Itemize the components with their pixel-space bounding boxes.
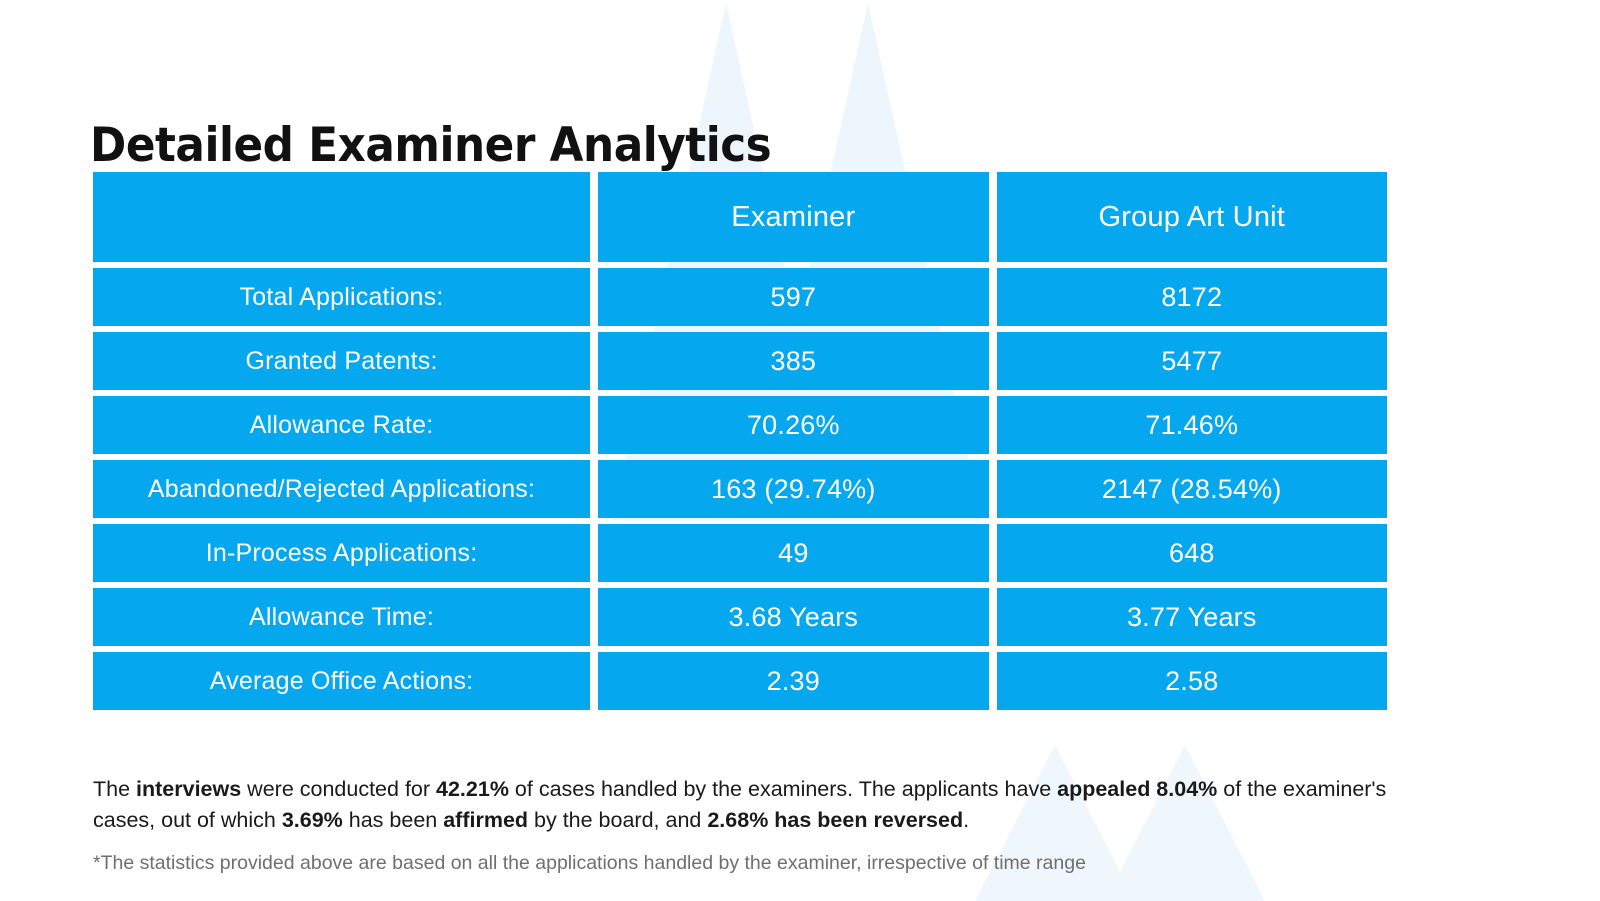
- column-header-metric: [93, 172, 591, 262]
- metric-value-group-art-unit: 8172: [996, 268, 1387, 326]
- metric-value-examiner: 70.26%: [598, 396, 989, 454]
- note-emphasis-interview-rate: 42.21%: [436, 776, 509, 801]
- note-emphasis-reversed: 2.68% has been reversed: [707, 807, 964, 832]
- table-row: In-Process Applications: 49 648: [93, 524, 1387, 582]
- metric-value-examiner: 3.68 Years: [598, 588, 989, 646]
- metric-value-group-art-unit: 71.46%: [996, 396, 1387, 454]
- note-text: .: [963, 807, 970, 832]
- table-body: Total Applications: 597 8172 Granted Pat…: [93, 268, 1387, 710]
- page-title: Detailed Examiner Analytics: [90, 118, 772, 174]
- report-page: Detailed Examiner Analytics Examiner Gro…: [0, 0, 1600, 901]
- metric-label: In-Process Applications:: [93, 524, 591, 582]
- table-header: Examiner Group Art Unit: [93, 172, 1387, 262]
- metric-value-group-art-unit: 5477: [996, 332, 1387, 390]
- statistics-disclaimer: *The statistics provided above are based…: [93, 851, 1086, 874]
- metric-label: Granted Patents:: [93, 332, 591, 390]
- note-text: by the board, and: [528, 807, 708, 832]
- metric-value-group-art-unit: 648: [996, 524, 1387, 582]
- column-header-examiner: Examiner: [598, 172, 989, 262]
- metric-value-examiner: 385: [598, 332, 989, 390]
- note-text: of cases handled by the examiners. The a…: [508, 776, 1058, 801]
- metric-value-group-art-unit: 2.58: [996, 652, 1387, 710]
- metric-value-group-art-unit: 3.77 Years: [996, 588, 1387, 646]
- table-row: Total Applications: 597 8172: [93, 268, 1387, 326]
- metric-label: Abandoned/Rejected Applications:: [93, 460, 591, 518]
- table-header-row: Examiner Group Art Unit: [93, 172, 1387, 262]
- metric-value-examiner: 49: [598, 524, 989, 582]
- table-row: Allowance Rate: 70.26% 71.46%: [93, 396, 1387, 454]
- table-row: Granted Patents: 385 5477: [93, 332, 1387, 390]
- metric-value-examiner: 163 (29.74%): [598, 460, 989, 518]
- table-row: Average Office Actions: 2.39 2.58: [93, 652, 1387, 710]
- metric-value-examiner: 2.39: [598, 652, 989, 710]
- examiner-analytics-table: Examiner Group Art Unit Total Applicatio…: [85, 166, 1395, 716]
- note-emphasis-interviews: interviews: [136, 776, 242, 801]
- table-row: Allowance Time: 3.68 Years 3.77 Years: [93, 588, 1387, 646]
- note-emphasis-affirmed-rate: 3.69%: [281, 807, 343, 832]
- summary-note: The interviews were conducted for 42.21%…: [93, 774, 1413, 836]
- note-emphasis-affirmed: affirmed: [443, 807, 529, 832]
- note-text: has been: [342, 807, 444, 832]
- metric-value-group-art-unit: 2147 (28.54%): [996, 460, 1387, 518]
- metric-label: Total Applications:: [93, 268, 591, 326]
- table-row: Abandoned/Rejected Applications: 163 (29…: [93, 460, 1387, 518]
- note-text: The: [93, 776, 137, 801]
- column-header-group-art-unit: Group Art Unit: [996, 172, 1387, 262]
- metric-value-examiner: 597: [598, 268, 989, 326]
- metric-label: Allowance Rate:: [93, 396, 591, 454]
- metric-label: Average Office Actions:: [93, 652, 591, 710]
- metric-label: Allowance Time:: [93, 588, 591, 646]
- note-emphasis-appeal-rate: appealed 8.04%: [1057, 776, 1218, 801]
- note-text: were conducted for: [241, 776, 437, 801]
